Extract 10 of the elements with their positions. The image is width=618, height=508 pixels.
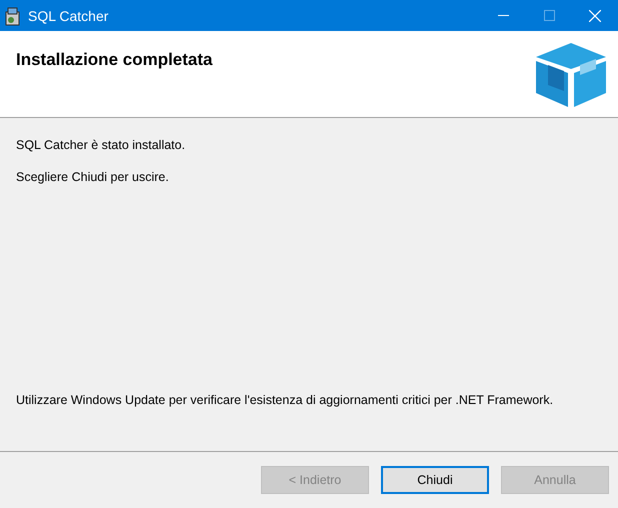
maximize-icon bbox=[544, 10, 554, 21]
installer-icon bbox=[4, 6, 22, 26]
minimize-icon bbox=[498, 15, 508, 16]
message-text: SQL Catcher è stato installato. bbox=[16, 138, 186, 152]
window-title: SQL Catcher bbox=[28, 8, 110, 24]
dialog-button[interactable]: Chiudi bbox=[381, 466, 489, 494]
page-title: Installazione completata bbox=[16, 50, 212, 70]
message-text: Scegliere Chiudi per uscire. bbox=[16, 170, 170, 184]
update-note: Utilizzare Windows Update per verificare l'esistenza di aggiornamenti critici per .NET Framework. bbox=[16, 393, 554, 407]
close-icon bbox=[589, 10, 601, 22]
